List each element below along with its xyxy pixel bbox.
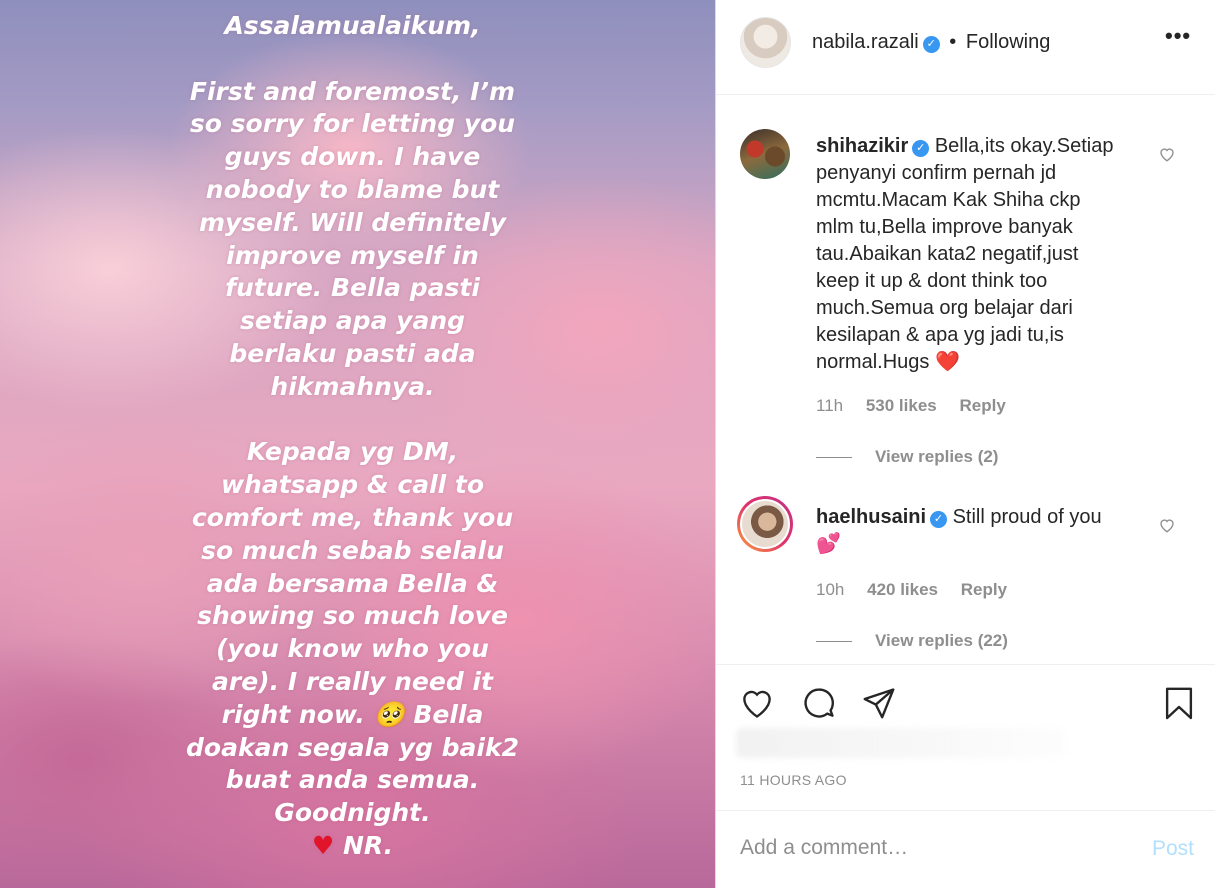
post-comment-button[interactable]: Post — [1152, 837, 1194, 861]
view-replies-label: View replies (22) — [875, 631, 1008, 650]
post-timestamp[interactable]: 11 HOURS AGO — [740, 772, 847, 788]
blurred-likes-area — [736, 728, 1066, 758]
comment-bubble-icon[interactable] — [800, 684, 838, 722]
comment-likes[interactable]: 530 likes — [866, 396, 937, 415]
red-heart-icon: ♥ — [311, 830, 335, 860]
heart-emoji-icon: ❤️ — [934, 351, 960, 373]
post-header: nabila.razali ✓ • Following ••• — [716, 0, 1215, 95]
comment-meta: 11h 530 likes Reply — [816, 396, 1024, 416]
comment-username[interactable]: shihazikir — [816, 135, 908, 157]
story-paragraph-2: Kepada yg DM, whatsapp & call to comfort… — [186, 437, 519, 828]
comment-input[interactable] — [740, 836, 1120, 860]
avatar-story-ring[interactable] — [737, 496, 793, 552]
hearts-emoji-icon: 💕 — [816, 533, 841, 555]
view-replies-button[interactable]: View replies (2) — [816, 447, 998, 467]
author-username[interactable]: nabila.razali — [812, 31, 919, 53]
divider-line — [816, 641, 852, 643]
share-paper-plane-icon[interactable] — [860, 684, 898, 722]
view-replies-button[interactable]: View replies (22) — [816, 631, 1008, 651]
post-author: nabila.razali ✓ • Following — [812, 31, 1050, 54]
comment-likes[interactable]: 420 likes — [867, 580, 938, 599]
comment-text: Still proud of you — [952, 506, 1102, 528]
comment-time[interactable]: 11h — [816, 396, 843, 415]
more-options-icon[interactable]: ••• — [1165, 25, 1190, 52]
comment-body: haelhusaini ✓ Still proud of you 💕 — [816, 504, 1121, 558]
story-greeting: Assalamualaikum, — [224, 11, 481, 40]
like-comment-icon[interactable] — [1158, 145, 1176, 163]
verified-badge-icon: ✓ — [912, 140, 930, 157]
like-heart-icon[interactable] — [738, 684, 776, 722]
comment-text: Bella,its okay.Setiap penyanyi confirm p… — [816, 135, 1114, 373]
avatar[interactable] — [740, 17, 791, 68]
comment-time[interactable]: 10h — [816, 580, 844, 599]
comment-body: shihazikir ✓ Bella,its okay.Setiap penyan… — [816, 133, 1121, 376]
verified-badge-icon: ✓ — [922, 36, 940, 53]
action-bar — [716, 664, 1215, 724]
story-paragraph-1: First and foremost, I’m so sorry for let… — [189, 76, 516, 401]
avatar[interactable] — [740, 129, 790, 179]
reply-button[interactable]: Reply — [959, 396, 1005, 415]
comment-meta: 10h 420 likes Reply — [816, 580, 1025, 600]
story-signoff: NR. — [334, 830, 394, 860]
bookmark-icon[interactable] — [1160, 684, 1198, 722]
separator-dot: • — [949, 31, 957, 53]
reply-button[interactable]: Reply — [961, 580, 1007, 599]
verified-badge-icon: ✓ — [930, 511, 948, 528]
comment-username[interactable]: haelhusaini — [816, 506, 926, 528]
story-signoff-line: ♥ NR. — [180, 830, 525, 863]
story-text: Assalamualaikum, First and foremost, I’m… — [180, 10, 525, 863]
post-sidebar: nabila.razali ✓ • Following ••• shihaziki… — [715, 0, 1215, 888]
like-comment-icon[interactable] — [1158, 516, 1176, 534]
post-image[interactable]: Assalamualaikum, First and foremost, I’m… — [0, 0, 715, 888]
avatar — [740, 499, 790, 549]
view-replies-label: View replies (2) — [875, 447, 999, 466]
divider-line — [816, 457, 852, 459]
add-comment-bar: Post — [716, 810, 1215, 888]
following-button[interactable]: Following — [966, 31, 1050, 53]
